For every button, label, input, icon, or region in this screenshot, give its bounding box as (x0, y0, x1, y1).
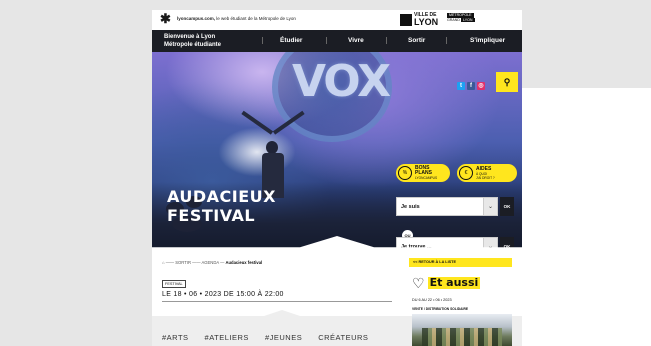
aides-icon: € (459, 166, 473, 180)
nav-divider (262, 37, 263, 44)
related-event-image[interactable] (412, 314, 512, 346)
nav-item-vivre[interactable]: Vivre (348, 37, 364, 44)
vox-backdrop-text: VOX (292, 56, 391, 107)
instagram-icon[interactable]: ◎ (477, 82, 485, 90)
site-tagline: lyoncampus.com, le web étudiant de la Mé… (177, 16, 296, 21)
nav-item-simpliquer[interactable]: S'impliquer (470, 37, 505, 44)
hero-title: AUDACIEUX FESTIVAL (167, 187, 276, 225)
chevron-down-icon[interactable]: ⌄ (484, 197, 498, 216)
home-icon[interactable]: ⌂ (162, 260, 165, 265)
bons-plans-button[interactable]: % BONS PLANS LYONCAMPUS (396, 164, 450, 182)
social-links: t f ◎ (457, 82, 485, 90)
main-nav: Bienvenue à Lyon Métropole étudiante Étu… (152, 30, 522, 52)
heart-icon: ♡ (412, 275, 425, 291)
event-date: LE 18 • 06 • 2023 DE 15:00 À 22:00 (162, 291, 284, 298)
nav-divider (386, 37, 387, 44)
nav-divider (326, 37, 327, 44)
lyon-lion-icon (400, 13, 412, 26)
facebook-icon[interactable]: f (467, 82, 475, 90)
background-left (0, 0, 152, 346)
tag-item[interactable]: #ATELIERS (205, 333, 249, 342)
tag-item[interactable]: #ARTS (162, 333, 189, 342)
search-icon: ⚲ (503, 77, 511, 87)
overlay-panel (522, 88, 651, 346)
related-event-type[interactable]: VENTE / DISTRIBUTION SOLIDAIRE (412, 307, 468, 311)
bons-plans-icon: % (398, 166, 412, 180)
top-bar: ✱ lyoncampus.com, le web étudiant de la … (152, 10, 522, 30)
tag-item[interactable]: #JEUNES (265, 333, 302, 342)
metro-line2: GRAND (447, 17, 460, 22)
breadcrumb-agenda[interactable]: AGENDA (201, 260, 218, 265)
lyon-big-text: LYON (414, 17, 439, 27)
nav-item-etudier[interactable]: Étudier (280, 37, 302, 44)
tag-list: #ARTS #ATELIERS #JEUNES CRÉATEURS (162, 333, 368, 342)
tag-item[interactable]: CRÉATEURS (318, 333, 368, 342)
divider (162, 301, 392, 302)
je-suis-select-row: Je suis ⌄ OK (396, 197, 514, 216)
metropole-logo[interactable]: MÉTROPOLE GRAND LYON (447, 13, 475, 22)
je-suis-select[interactable]: Je suis (396, 197, 484, 216)
ville-de-lyon-logo[interactable]: VILLE DE LYON (400, 13, 439, 27)
hero-banner: VOX AUDACIEUX FESTIVAL t f ◎ ⚲ % BONS PL… (152, 52, 522, 252)
lyoncampus-logo-icon[interactable]: ✱ (160, 12, 172, 25)
browser-page: ✱ lyoncampus.com, le web étudiant de la … (152, 10, 522, 346)
breadcrumb-current: Audacieux festival (225, 260, 263, 265)
je-suis-ok-button[interactable]: OK (500, 197, 514, 216)
welcome-link[interactable]: Bienvenue à Lyon Métropole étudiante (164, 33, 221, 49)
metro-line3: LYON (460, 17, 475, 22)
retour-liste-button[interactable]: << RETOUR À LA LISTE (409, 258, 512, 267)
tags-notch (252, 310, 312, 320)
breadcrumb: ⌂ —— SORTIR —— AGENDA — Audacieux festiv… (162, 260, 263, 265)
category-tag[interactable]: FESTIVAL (162, 280, 186, 288)
related-event-date: DU 6 AU 22 • 06 • 2023 (412, 298, 452, 302)
nav-item-sortir[interactable]: Sortir (408, 37, 425, 44)
breadcrumb-sortir[interactable]: SORTIR (175, 260, 191, 265)
search-button[interactable]: ⚲ (496, 72, 518, 92)
twitter-icon[interactable]: t (457, 82, 465, 90)
et-aussi-header: ♡ Et aussi (412, 275, 481, 291)
aides-button[interactable]: € AIDES À QUOI J'AI DROIT ? (457, 164, 517, 182)
nav-divider (446, 37, 447, 44)
